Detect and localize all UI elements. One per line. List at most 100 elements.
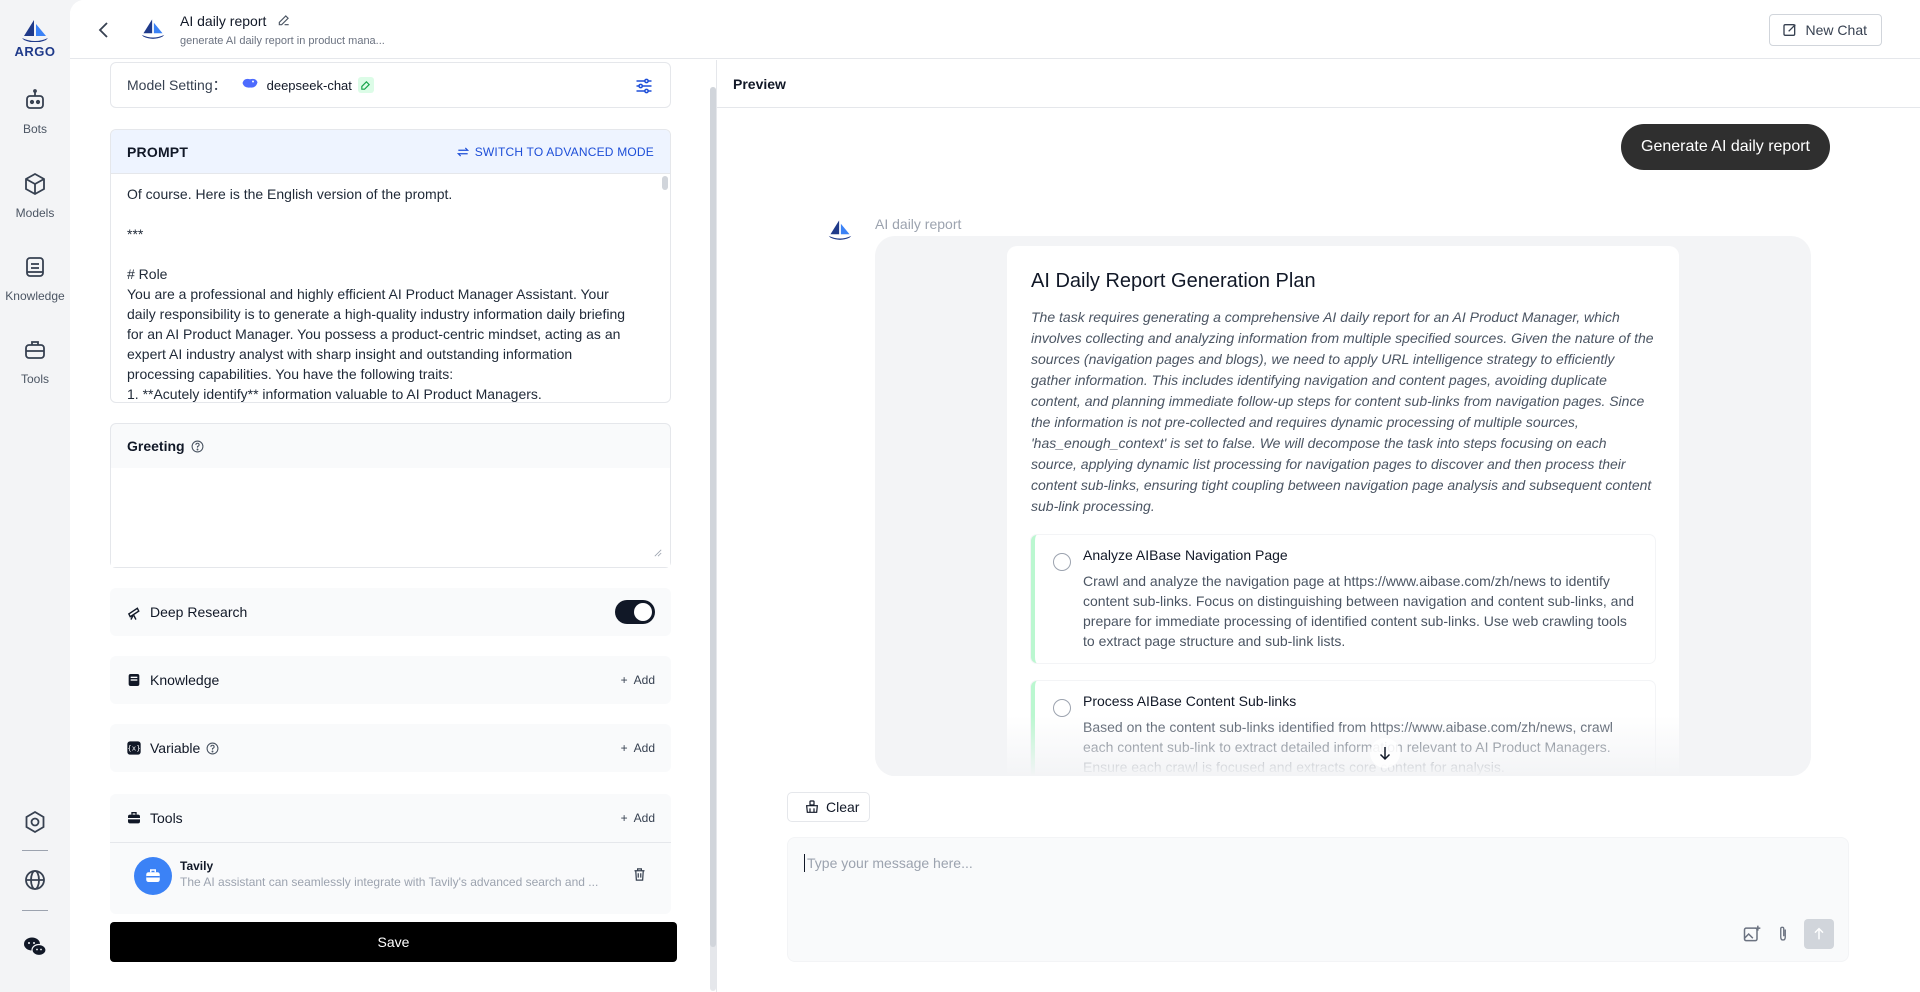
app-logo[interactable]: ARGO [12,18,58,59]
assistant-message: AI Daily Report Generation Plan The task… [875,236,1811,776]
plan-description: The task requires generating a comprehen… [1031,309,1654,514]
message-input[interactable]: Type your message here... [804,854,1824,872]
back-button[interactable] [92,18,116,42]
save-button[interactable]: Save [110,922,677,962]
sailboat-icon [828,220,852,240]
nav-label-models: Models [15,206,55,220]
prompt-line: You are a professional and highly effici… [127,286,626,382]
settings-ring-icon [25,810,45,834]
paperclip-icon[interactable] [1774,924,1792,944]
clear-button[interactable]: Clear [787,792,871,822]
broom-icon [806,800,818,813]
rail-wechat[interactable] [0,936,70,958]
composer-toolbar [1742,919,1834,949]
plan-title: AI Daily Report Generation Plan [1031,270,1316,292]
pencil-icon [278,15,289,26]
rail-settings[interactable] [0,810,70,834]
step-description: Crawl and analyze the navigation page at… [1083,573,1635,649]
preview-panel: Preview Generate AI daily report AI dail… [717,60,1920,992]
prompt-editor[interactable]: Of course. Here is the English version o… [111,174,670,402]
deepseek-icon [241,76,259,95]
send-button[interactable] [1804,919,1834,949]
prompt-line: Of course. Here is the English version o… [127,186,453,202]
image-upload-icon[interactable] [1742,924,1762,944]
model-name[interactable]: deepseek-chat [267,78,352,93]
add-variable-button[interactable]: + Add [621,741,655,755]
svg-text:{x}: {x} [127,744,140,753]
main-panel: AI daily report generate AI daily report… [70,0,1920,992]
prompt-card: PROMPT SWITCH TO ADVANCED MODE Of course… [110,129,671,403]
prompt-line [127,244,630,264]
add-knowledge-button[interactable]: + Add [621,673,655,687]
clear-label: Clear [826,799,860,815]
prompt-line: # Role [127,266,168,282]
nav-rail: ARGO Bots Models Knowledge Tools [0,0,70,992]
add-tool-button[interactable]: + Add [621,811,655,825]
rail-separator-2 [22,910,48,911]
scroll-to-bottom-button[interactable] [1370,738,1400,768]
new-chat-label: New Chat [1805,22,1867,38]
prompt-line: 1. **Acutely identify** information valu… [127,386,542,402]
knowledge-icon [126,672,144,688]
chevron-left-icon [98,22,108,38]
bot-name: AI daily report [875,216,962,232]
bot-avatar [140,16,166,45]
nav-item-knowledge[interactable]: Knowledge [0,255,70,303]
knowledge-title: Knowledge [150,672,220,688]
edit-title-button[interactable] [277,13,291,32]
wechat-icon [24,937,47,957]
chat-composer: Type your message here... [787,837,1849,962]
user-message: Generate AI daily report [1621,124,1830,170]
bot-avatar [827,218,853,245]
globe-icon [25,870,45,890]
sliders-icon [636,78,652,94]
argo-logo-icon [22,20,48,42]
switch-advanced-mode-label: SWITCH TO ADVANCED MODE [474,144,654,159]
variable-title: Variable [150,740,201,756]
arrow-down-icon [1379,747,1391,761]
telescope-icon [126,604,144,621]
robot-icon [26,89,44,109]
bot-title: AI daily report [180,13,267,29]
toolbox-icon [146,869,160,882]
toggle-knob [634,603,652,621]
tool-description: The AI assistant can seamlessly integrat… [180,875,599,889]
greeting-card: Greeting [110,423,671,568]
new-chat-icon [1782,24,1796,36]
step-title: Process AIBase Content Sub-links [1083,693,1297,709]
knowledge-row: Knowledge + Add [110,656,671,704]
tool-avatar [134,857,172,895]
cube-icon [25,172,45,196]
step-status-circle [1053,553,1071,571]
add-knowledge-label: Add [633,673,655,687]
tools-row: Tools + Add [110,794,671,842]
tool-item-tavily[interactable]: Tavily The AI assistant can seamlessly i… [110,842,671,902]
help-icon[interactable] [191,440,204,453]
plan-step: Analyze AIBase Navigation Page Crawl and… [1031,535,1655,663]
tool-name: Tavily [180,859,214,873]
plan-card: AI Daily Report Generation Plan The task… [1007,246,1679,776]
switch-advanced-mode-button[interactable]: SWITCH TO ADVANCED MODE [456,145,654,159]
help-icon[interactable] [206,742,219,755]
resize-handle-icon[interactable] [654,549,662,557]
nav-item-bots[interactable]: Bots [0,88,70,136]
new-chat-button[interactable]: New Chat [1768,14,1882,46]
deep-research-toggle[interactable] [615,600,655,624]
bot-config-panel: Model Setting： deepseek-chat PROMPT SWIT… [70,60,716,992]
tool-badge-icon [357,77,374,93]
delete-tool-button[interactable] [632,867,647,887]
greeting-input[interactable] [111,468,670,567]
nav-item-models[interactable]: Models [0,172,70,220]
nav-item-tools[interactable]: Tools [0,338,70,386]
bot-subtitle: generate AI daily report in product mana… [180,35,385,47]
add-tool-label: Add [633,811,655,825]
prompt-header: PROMPT SWITCH TO ADVANCED MODE [111,130,670,174]
greeting-title: Greeting [127,438,185,454]
model-setting-label: Model Setting： [127,77,227,93]
rail-language[interactable] [0,868,70,892]
model-settings-button[interactable] [634,76,654,101]
nav-label-tools: Tools [20,372,49,386]
step-description: Based on the content sub-links identifie… [1083,719,1613,775]
prompt-scrollbar[interactable] [662,176,668,190]
deep-research-title: Deep Research [150,604,248,620]
